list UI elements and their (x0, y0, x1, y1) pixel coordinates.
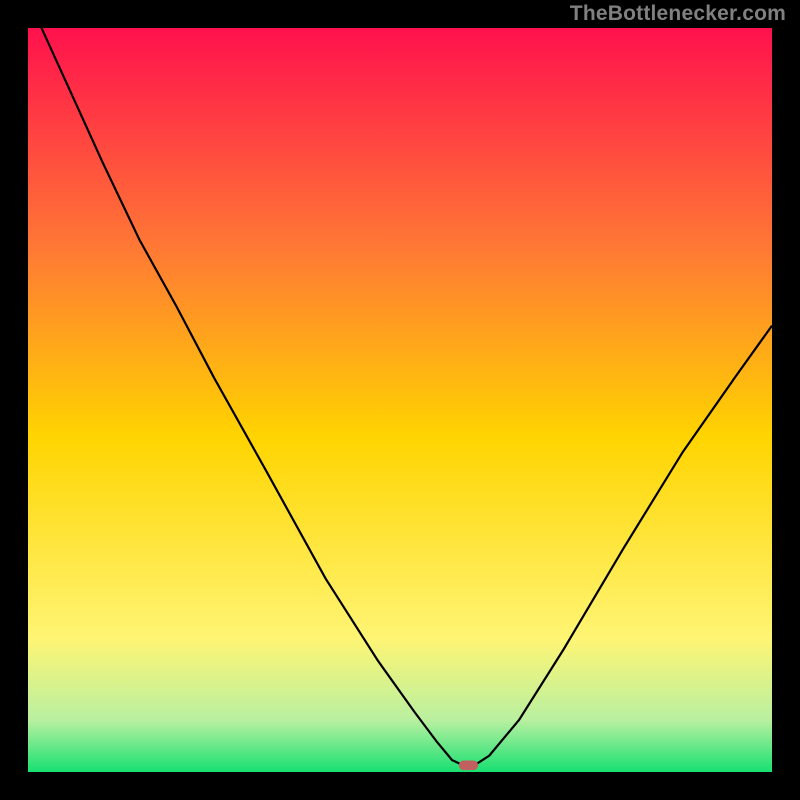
watermark-text: TheBottlenecker.com (570, 2, 786, 26)
optimal-point-marker (459, 760, 478, 770)
plot-background-gradient (28, 28, 772, 772)
chart-frame: TheBottlenecker.com (0, 0, 800, 800)
bottleneck-chart (28, 28, 772, 772)
